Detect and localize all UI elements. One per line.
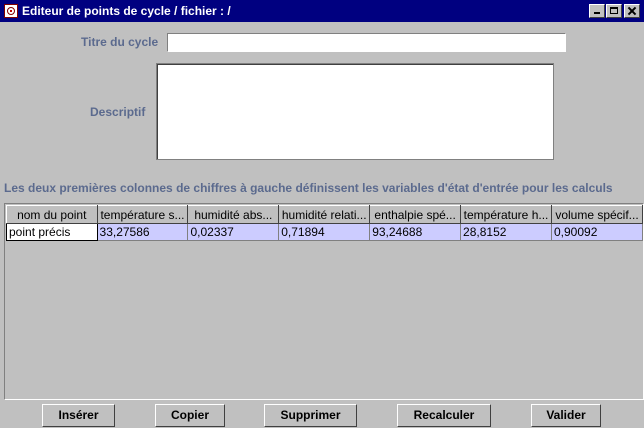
column-header-relative-humidity[interactable]: humidité relati...: [278, 205, 371, 224]
maximize-icon[interactable]: [606, 4, 622, 18]
table-row[interactable]: point précis 33,27586 0,02337 0,71894 93…: [6, 223, 643, 241]
recalculate-button[interactable]: Recalculer: [397, 404, 491, 427]
description-textarea[interactable]: [156, 63, 554, 160]
info-text: Les deux premières colonnes de chiffres …: [4, 181, 613, 195]
validate-button[interactable]: Valider: [531, 404, 601, 427]
column-header-specific-volume[interactable]: volume spécif...: [551, 205, 643, 224]
table-cell[interactable]: 93,24688: [369, 223, 462, 241]
column-header-point-name[interactable]: nom du point: [6, 205, 98, 224]
table-header-row: nom du point température s... humidité a…: [6, 205, 643, 224]
table-cell[interactable]: 28,8152: [460, 223, 552, 241]
column-header-absolute-humidity[interactable]: humidité abs...: [187, 205, 280, 224]
app-icon: [4, 4, 18, 18]
table-cell[interactable]: 0,71894: [278, 223, 371, 241]
insert-button[interactable]: Insérer: [42, 404, 115, 427]
title-bar[interactable]: Editeur de points de cycle / fichier : /: [0, 0, 644, 22]
delete-button[interactable]: Supprimer: [264, 404, 357, 427]
table-cell[interactable]: 0,90092: [551, 223, 643, 241]
copy-button[interactable]: Copier: [155, 404, 225, 427]
column-header-specific-enthalpy[interactable]: enthalpie spé...: [369, 205, 462, 224]
column-header-wet-temperature[interactable]: température h...: [460, 205, 552, 224]
table-cell[interactable]: 33,27586: [97, 223, 189, 241]
minimize-icon[interactable]: [589, 4, 605, 18]
points-table: nom du point température s... humidité a…: [4, 203, 644, 400]
column-header-dry-temperature[interactable]: température s...: [96, 205, 189, 224]
table-cell[interactable]: point précis: [6, 223, 98, 241]
window-title: Editeur de points de cycle / fichier : /: [22, 4, 231, 18]
window-controls: [588, 4, 640, 18]
description-label: Descriptif: [90, 105, 146, 119]
table-cell[interactable]: 0,02337: [187, 223, 280, 241]
close-icon[interactable]: [624, 4, 640, 18]
cycle-editor-window: Editeur de points de cycle / fichier : /…: [0, 0, 644, 428]
cycle-title-input[interactable]: [167, 33, 566, 52]
cycle-title-label: Titre du cycle: [81, 35, 159, 49]
